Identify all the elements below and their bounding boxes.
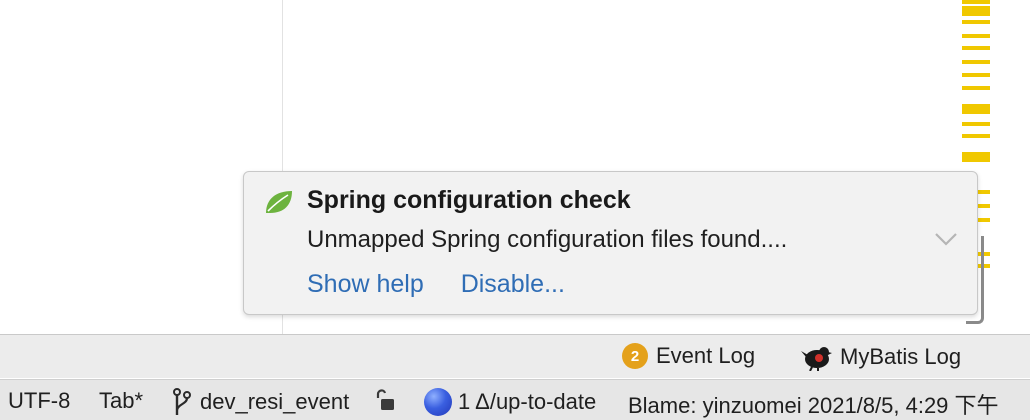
error-stripe-mark[interactable] [962, 73, 990, 77]
vcs-status-text: 1 Δ/up-to-date [458, 389, 597, 414]
vcs-globe-icon [424, 388, 452, 416]
error-stripe-mark[interactable] [962, 34, 990, 38]
chevron-down-icon[interactable] [933, 230, 959, 248]
mybatis-log-button[interactable]: MyBatis Log [800, 343, 961, 371]
file-encoding[interactable]: UTF-8 [8, 388, 70, 414]
mybatis-bird-icon [801, 347, 832, 371]
event-count-badge: 2 [622, 343, 648, 369]
notification-actions: Show help Disable... [307, 270, 595, 299]
error-stripe-mark[interactable] [962, 60, 990, 64]
git-branch-widget[interactable]: dev_resi_event [172, 388, 349, 416]
error-stripe-mark[interactable] [962, 6, 990, 16]
spring-config-notification[interactable]: Spring configuration check Unmapped Spri… [243, 171, 978, 315]
unlock-icon [376, 389, 394, 410]
error-stripe-mark[interactable] [962, 134, 990, 138]
disable-link[interactable]: Disable... [461, 270, 565, 298]
readonly-toggle[interactable] [374, 388, 396, 412]
indent-setting[interactable]: Tab* [99, 388, 143, 414]
event-log-button[interactable]: 2 Event Log [622, 343, 755, 369]
spring-leaf-icon [266, 191, 292, 213]
error-stripe-mark[interactable] [962, 86, 990, 90]
event-log-label: Event Log [656, 343, 756, 368]
error-stripe-mark[interactable] [962, 152, 990, 162]
error-stripe-mark[interactable] [962, 20, 990, 24]
error-stripe-mark[interactable] [962, 46, 990, 50]
blame-info[interactable]: Blame: yinzuomei 2021/8/5, 4:29 下午 [628, 388, 999, 420]
error-stripe-mark[interactable] [962, 104, 990, 114]
notification-title: Spring configuration check [307, 186, 631, 214]
notification-message: Unmapped Spring configuration files foun… [307, 226, 788, 253]
project-panel [0, 0, 283, 334]
show-help-link[interactable]: Show help [307, 270, 424, 298]
vcs-status-widget[interactable]: 1 Δ/up-to-date [424, 388, 596, 416]
git-branch-name: dev_resi_event [200, 389, 350, 414]
mybatis-log-label: MyBatis Log [840, 344, 962, 369]
error-stripe-mark[interactable] [962, 0, 990, 4]
status-bar: UTF-8 Tab* dev_resi_event 1 Δ/up-to-date… [0, 379, 1030, 420]
tool-window-strip: 2 Event Log MyBatis Log [0, 334, 1030, 378]
git-branch-icon [173, 388, 191, 415]
error-stripe-mark[interactable] [962, 122, 990, 126]
